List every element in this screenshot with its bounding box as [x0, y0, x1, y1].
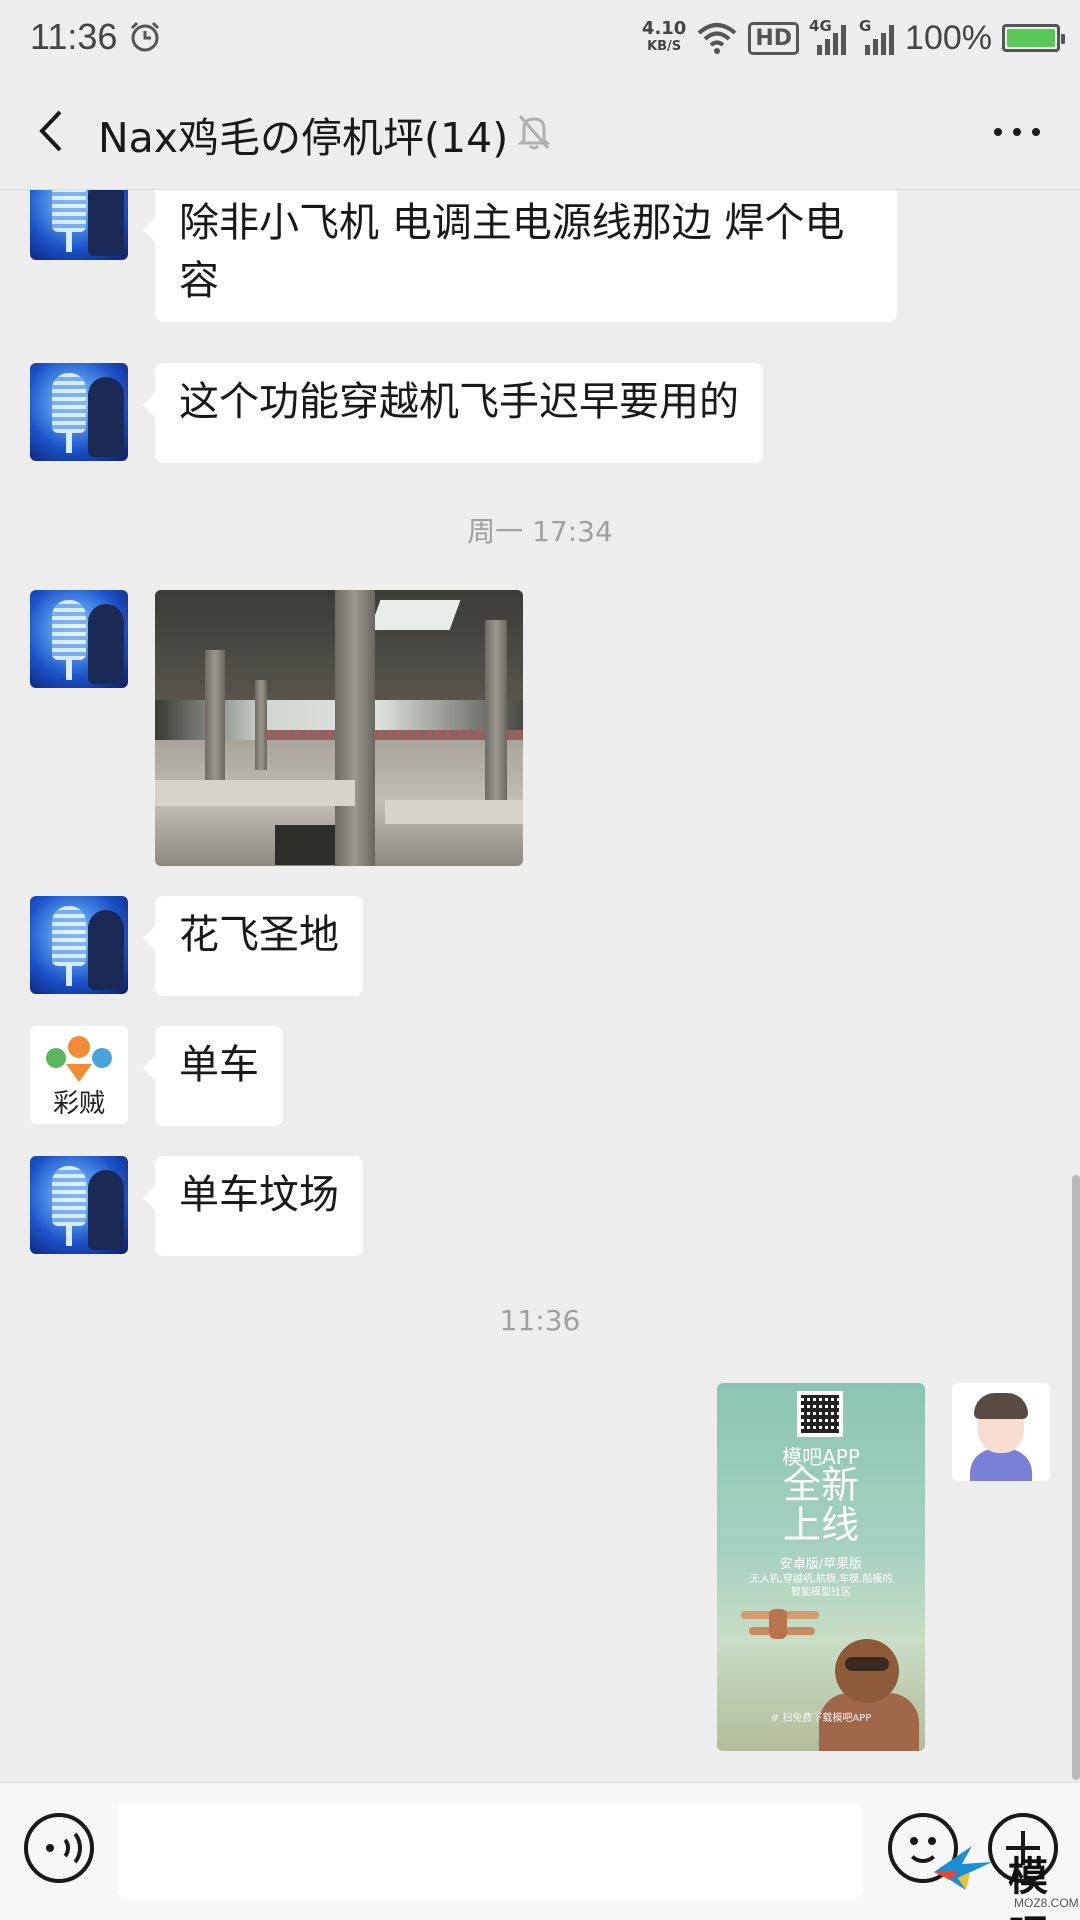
- chat-title: Nax鸡毛の停机坪(14): [98, 114, 509, 162]
- pilot-kid-illustration: [835, 1639, 899, 1703]
- message-bubble[interactable]: 单车坟场: [143, 1156, 363, 1256]
- message-text: 花飞圣地: [179, 912, 339, 958]
- avatar[interactable]: [30, 590, 128, 688]
- avatar-text: 彩贼: [52, 1089, 105, 1119]
- avatar[interactable]: 彩贼: [30, 1026, 128, 1124]
- message-image[interactable]: [155, 590, 523, 866]
- avatar[interactable]: [30, 190, 128, 260]
- signal-icon: 4G: [809, 17, 849, 55]
- back-icon[interactable]: [28, 106, 78, 156]
- message-bubble[interactable]: 单车: [143, 1026, 283, 1126]
- moz8-watermark: 模吧 MOZ8.COM: [926, 1832, 1079, 1920]
- avatar-self[interactable]: [952, 1383, 1050, 1481]
- avatar[interactable]: [30, 363, 128, 461]
- scrollbar[interactable]: [1072, 1175, 1080, 1780]
- status-bar: 11:36 4.10 KB/S HD 4G G 100%: [0, 0, 1080, 76]
- input-bar: [0, 1782, 1080, 1920]
- plane-illustration: [741, 1605, 819, 1641]
- message-text: 单车坟场: [179, 1172, 339, 1218]
- signal-tag-4g: 4G: [809, 17, 832, 35]
- signal-icon-2: G: [859, 17, 895, 55]
- net-speed: 4.10 KB/S: [642, 20, 686, 56]
- avatar[interactable]: [30, 1156, 128, 1254]
- alarm-icon: [130, 21, 160, 52]
- wifi-icon: [698, 23, 737, 54]
- status-right: 4.10 KB/S HD 4G G 100%: [642, 14, 1065, 62]
- signal-tag-g: G: [859, 17, 872, 35]
- message-input[interactable]: [118, 1803, 862, 1899]
- poster-description: 无人机,穿越机,航模,车模,船模的 智能模型社区: [749, 1574, 893, 1598]
- message-timestamp: 周一 17:34: [467, 515, 613, 548]
- poster-headline: 全新 上线: [782, 1463, 859, 1547]
- avatar[interactable]: [30, 896, 128, 994]
- message-bubble[interactable]: 这个功能穿越机飞手迟早要用的: [143, 363, 763, 463]
- message-text: 容: [179, 258, 219, 304]
- more-icon[interactable]: [994, 128, 1040, 136]
- message-bubble[interactable]: 花飞圣地: [143, 896, 363, 996]
- watermark-sub: MOZ8.COM: [1014, 1896, 1079, 1910]
- net-speed-unit: KB/S: [647, 39, 682, 54]
- battery-percent: 100%: [905, 18, 992, 57]
- message-list[interactable]: 除非小飞机 电调主电源线那边 焊个电 容 这个功能穿越机飞手迟早要用的 周一 1…: [0, 190, 1080, 1782]
- voice-icon[interactable]: [24, 1813, 94, 1883]
- poster-platforms: 安卓版/苹果版: [779, 1557, 863, 1572]
- chat-header: Nax鸡毛の停机坪(14): [0, 76, 1080, 190]
- qr-code: [797, 1391, 843, 1437]
- message-text: 这个功能穿越机飞手迟早要用的: [179, 379, 739, 425]
- bird-logo-icon: [934, 1846, 992, 1890]
- message-text: 除非小飞机 电调主电源线那边 焊个电: [179, 200, 845, 246]
- mute-icon: [517, 115, 551, 150]
- message-image[interactable]: 模吧APP 全新 上线 安卓版/苹果版 无人机,穿越机,航模,车模,船模的 智能…: [717, 1383, 925, 1751]
- status-time: 11:36: [30, 16, 118, 57]
- message-timestamp: 11:36: [499, 1304, 581, 1337]
- hd-badge: HD: [748, 21, 800, 55]
- battery-icon: [1002, 24, 1065, 52]
- poster-footer: # 扫免费下载模吧APP: [770, 1713, 872, 1724]
- net-speed-value: 4.10: [641, 18, 687, 39]
- message-bubble[interactable]: 除非小飞机 电调主电源线那边 焊个电 容: [143, 190, 897, 322]
- message-text: 单车: [179, 1042, 259, 1088]
- battery-level: [1007, 29, 1055, 47]
